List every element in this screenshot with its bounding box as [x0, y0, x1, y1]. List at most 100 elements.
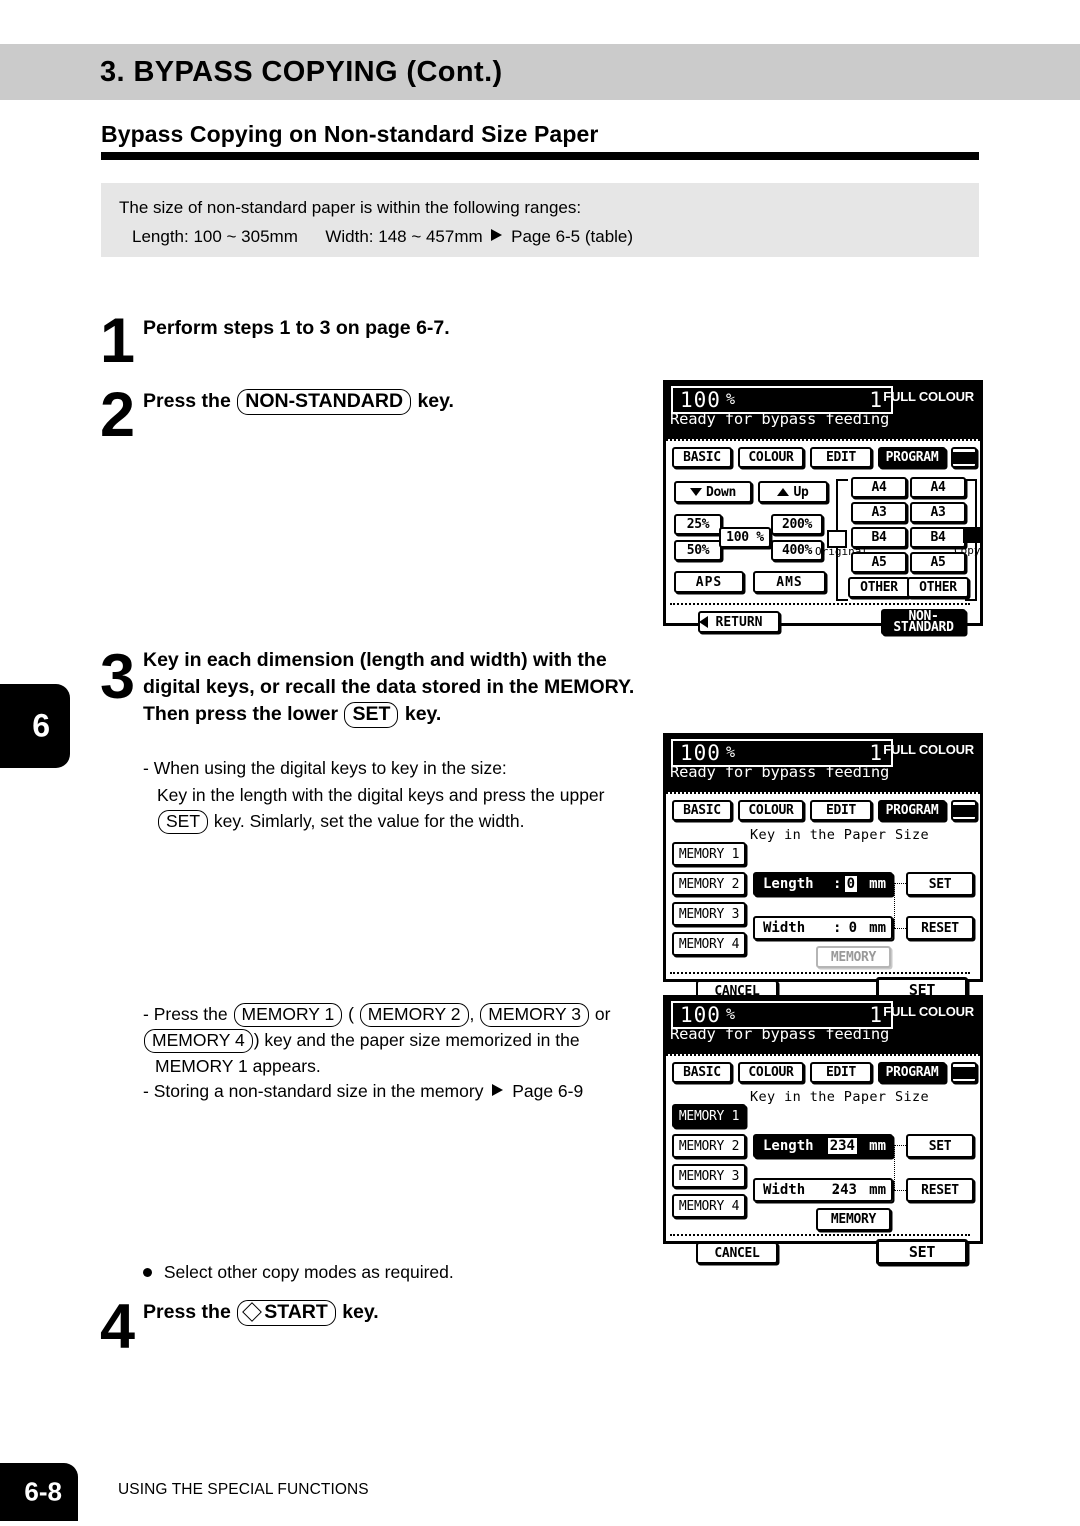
keyboard-icon [953, 1066, 975, 1079]
lcd1-zoom-50[interactable]: 50% [674, 540, 722, 561]
memory-3-key-ref: MEMORY 3 [480, 1003, 589, 1027]
lcd3-reset-button[interactable]: RESET [906, 1178, 974, 1202]
lcd1-copy-other[interactable]: OTHER [907, 577, 969, 598]
lcd2-memory-3[interactable]: MEMORY 3 [672, 902, 746, 926]
lcd1-zoom-200[interactable]: 200% [771, 514, 823, 535]
lcd1-zoom-100[interactable]: 100 % [719, 527, 771, 548]
lcd1-orig-b4[interactable]: B4 [851, 527, 907, 548]
lcd3-width-value: 243 [831, 1182, 857, 1198]
lcd3-keyboard-icon-button[interactable] [951, 1062, 977, 1083]
start-key-ref: START [237, 1300, 336, 1326]
set-key-ref-lower: SET [344, 702, 399, 728]
memory-2-key-ref: MEMORY 2 [359, 1003, 469, 1027]
lcd2-set-upper-button[interactable]: SET [906, 872, 974, 896]
lcd2-tab-edit[interactable]: EDIT [810, 800, 872, 821]
step-3-line3-post: key. [404, 703, 442, 725]
lcd3-width-field[interactable]: Width : 243 mm [753, 1178, 893, 1202]
lcd2-memory-2[interactable]: MEMORY 2 [672, 872, 746, 896]
memory-note-l1c: , [469, 1004, 475, 1024]
lcd1-orig-a4[interactable]: A4 [851, 477, 907, 498]
lcd3-memory-4[interactable]: MEMORY 4 [672, 1194, 746, 1218]
lcd1-tab-edit[interactable]: EDIT [810, 447, 872, 468]
footer-section-name: USING THE SPECIAL FUNCTIONS [118, 1481, 369, 1498]
step-3-line3-pre: Then press the lower [143, 703, 339, 725]
lcd1-keyboard-icon-button[interactable] [951, 447, 977, 468]
lcd1-ratio-value: 100 [680, 388, 721, 412]
keyboard-icon [953, 451, 975, 464]
lcd1-non-standard-button[interactable]: NON- STANDARD [881, 609, 966, 635]
lcd2-ratio-value: 100 [680, 741, 721, 765]
lcd1-tab-basic[interactable]: BASIC [672, 447, 732, 468]
infobox-length-range: Length: 100 ~ 305mm [132, 227, 298, 246]
lcd1-copy-a4[interactable]: A4 [910, 477, 966, 498]
set-key-ref-upper: SET [158, 810, 209, 834]
lcd1-down-label: Down [705, 484, 737, 500]
lcd2-width-field[interactable]: Width : 0 mm [753, 916, 893, 940]
infobox-width-range: Width: 148 ~ 457mm [325, 227, 483, 246]
lcd3-status-message: Ready for bypass feeding [670, 1025, 890, 1043]
step-1-number: 1 [100, 306, 136, 376]
lcd2-width-unit: mm [869, 920, 886, 936]
lcd2-memory-button[interactable]: MEMORY [816, 946, 891, 968]
lcd1-percent-sign: % [726, 390, 736, 408]
lcd2-tab-program[interactable]: PROGRAM [878, 800, 946, 821]
lcd2-memory-1[interactable]: MEMORY 1 [672, 842, 746, 866]
infobox-line1: The size of non-standard paper is within… [119, 198, 582, 217]
memory-storing-ref: Page 6-9 [512, 1081, 584, 1101]
lcd-panel-paper-size-empty[interactable]: 100 % 1 FULL COLOUR Ready for bypass fee… [663, 733, 983, 1003]
step-4-text: Press the START key. [143, 1299, 379, 1326]
lcd2-width-value: 0 [848, 920, 857, 936]
lcd1-orig-other[interactable]: OTHER [848, 577, 910, 598]
lcd1-return-button[interactable]: RETURN [698, 611, 780, 633]
memory-storing-text: - Storing a non-standard size in the mem… [143, 1081, 484, 1101]
lcd1-colour-mode: FULL COLOUR [883, 389, 974, 404]
lcd2-memory-4[interactable]: MEMORY 4 [672, 932, 746, 956]
chapter-side-tab-number: 6 [32, 707, 50, 744]
lcd3-set-upper-button[interactable]: SET [906, 1134, 974, 1158]
lcd-panel-paper-size-filled[interactable]: 100 % 1 FULL COLOUR Ready for bypass fee… [663, 995, 983, 1265]
lcd1-ams-button[interactable]: AMS [753, 571, 826, 593]
lcd2-divider [670, 972, 970, 974]
lcd3-set-lower-button[interactable]: SET [876, 1239, 968, 1265]
lcd2-tab-basic[interactable]: BASIC [672, 800, 732, 821]
start-diamond-icon [242, 1302, 263, 1322]
step-3-note-2: Key in the length with the digital keys … [157, 782, 669, 834]
lcd1-zoom-down-button[interactable]: Down [674, 481, 752, 503]
lcd3-prompt: Key in the Paper Size [750, 1089, 930, 1105]
lcd1-status-area: 100 % 1 FULL COLOUR Ready for bypass fee… [666, 383, 980, 439]
lcd3-cancel-button[interactable]: CANCEL [696, 1242, 778, 1264]
lcd2-keyboard-icon-button[interactable] [951, 800, 977, 821]
lcd-panel-zoom-paper[interactable]: 100 % 1 FULL COLOUR Ready for bypass fee… [663, 380, 983, 635]
lcd3-length-field[interactable]: Length : 234 mm [753, 1134, 893, 1158]
lcd3-memory-3[interactable]: MEMORY 3 [672, 1164, 746, 1188]
lcd3-tab-basic[interactable]: BASIC [672, 1062, 732, 1083]
infobox-line2: Length: 100 ~ 305mm Width: 148 ~ 457mm P… [132, 227, 633, 247]
lcd1-tab-program[interactable]: PROGRAM [878, 447, 946, 468]
lcd3-memory-button[interactable]: MEMORY [816, 1208, 891, 1231]
size-range-infobox: The size of non-standard paper is within… [101, 183, 979, 257]
lcd2-tab-colour[interactable]: COLOUR [738, 800, 804, 821]
lcd1-zoom-up-button[interactable]: Up [758, 481, 828, 503]
lcd1-zoom-25[interactable]: 25% [674, 514, 722, 535]
lcd3-tab-edit[interactable]: EDIT [810, 1062, 872, 1083]
lcd3-tab-program[interactable]: PROGRAM [878, 1062, 946, 1083]
lcd2-length-field[interactable]: Length : 0 mm [753, 872, 893, 896]
lcd3-width-unit: mm [869, 1182, 886, 1198]
lcd1-divider [670, 603, 970, 605]
lcd3-ratio-value: 100 [680, 1003, 721, 1027]
lcd3-memory-1[interactable]: MEMORY 1 [672, 1104, 746, 1128]
lcd1-copy-count: 1 [869, 388, 882, 412]
lcd1-copy-a3[interactable]: A3 [910, 502, 966, 523]
lcd1-tab-colour[interactable]: COLOUR [738, 447, 804, 468]
lcd3-memory-2[interactable]: MEMORY 2 [672, 1134, 746, 1158]
copy-page-icon [963, 527, 980, 543]
memory-note-line1: - Press the MEMORY 1 ( MEMORY 2, MEMORY … [143, 1001, 663, 1027]
lcd1-orig-a5[interactable]: A5 [851, 552, 907, 573]
lcd3-copy-count: 1 [869, 1003, 882, 1027]
lcd1-orig-a3[interactable]: A3 [851, 502, 907, 523]
lcd2-reset-button[interactable]: RESET [906, 916, 974, 940]
infobox-page-ref: Page 6-5 (table) [511, 227, 634, 246]
lcd3-tab-colour[interactable]: COLOUR [738, 1062, 804, 1083]
memory-note-l1a: - Press the [143, 1004, 228, 1024]
lcd1-aps-button[interactable]: APS [674, 571, 744, 593]
